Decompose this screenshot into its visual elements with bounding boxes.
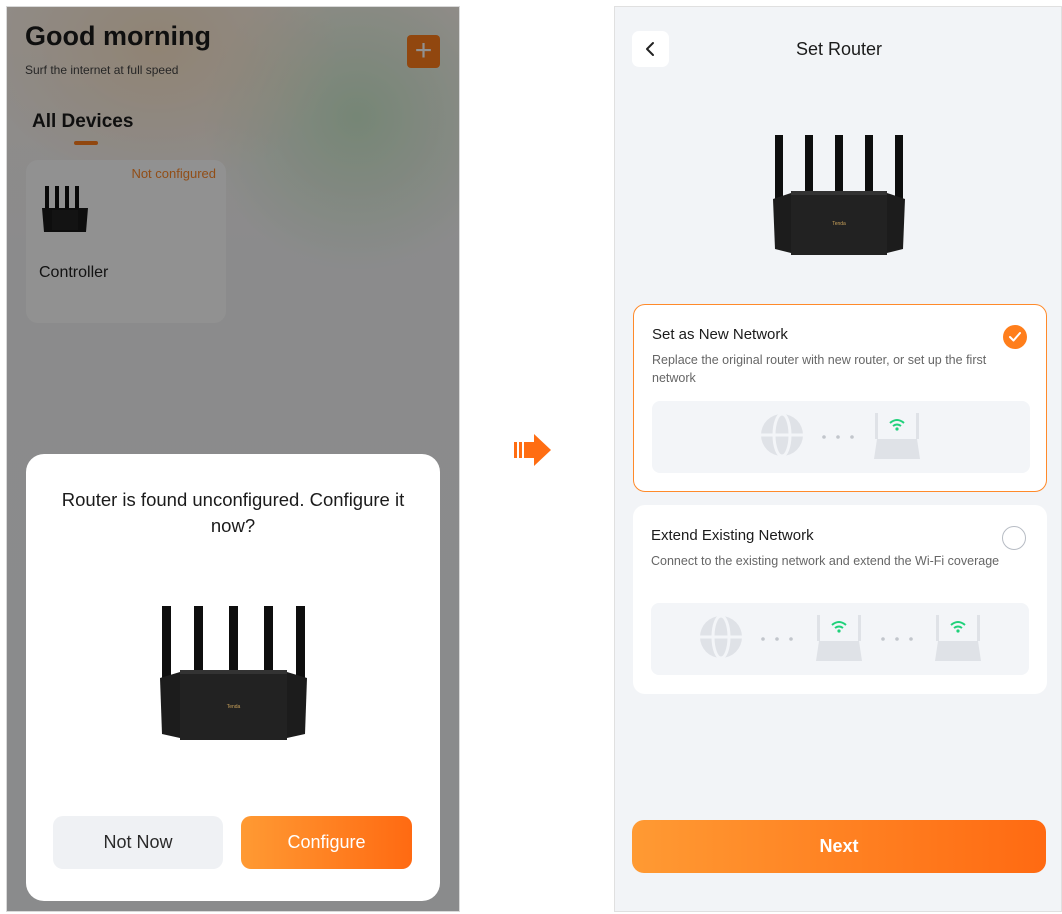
network-diagram-graphic (700, 614, 981, 661)
home-screen: Good morning Surf the internet at full s… (6, 6, 460, 912)
dots-icon (881, 637, 913, 641)
globe-icon (761, 412, 803, 458)
router-brand-logo: Tenda (832, 221, 846, 227)
router-wifi-icon (935, 615, 981, 661)
dots-icon (761, 637, 793, 641)
configure-button[interactable]: Configure (241, 816, 412, 869)
set-router-screen: Set Router Tenda Set as New Network Repl… (614, 6, 1062, 912)
option-description: Connect to the existing network and exte… (651, 554, 1000, 568)
option-new-network[interactable]: Set as New Network Replace the original … (633, 304, 1047, 492)
router-wifi-icon (874, 413, 920, 459)
dots-icon (822, 435, 854, 439)
option-extend-network[interactable]: Extend Existing Network Connect to the e… (633, 505, 1047, 694)
router-wifi-icon (816, 615, 862, 661)
router-image: Tenda (773, 135, 905, 255)
network-diagram (652, 401, 1030, 473)
dialog-title: Router is found unconfigured. Configure … (61, 489, 405, 536)
unconfigured-dialog: Router is found unconfigured. Configure … (26, 454, 440, 901)
radio-checked[interactable] (1003, 325, 1027, 349)
network-diagram-graphic (761, 412, 920, 459)
check-icon (1009, 332, 1021, 342)
next-button[interactable]: Next (632, 820, 1046, 873)
option-title: Set as New Network (652, 326, 788, 343)
router-brand-logo: Tenda (227, 704, 241, 710)
option-description: Replace the original router with new rou… (652, 353, 987, 385)
globe-icon (700, 614, 742, 660)
radio-unchecked[interactable] (1002, 526, 1026, 550)
network-diagram (651, 603, 1029, 675)
router-image: Tenda (160, 606, 307, 740)
option-title: Extend Existing Network (651, 527, 814, 544)
arrow-right-icon (514, 434, 551, 466)
page-title: Set Router (795, 39, 883, 59)
not-now-button[interactable]: Not Now (53, 816, 223, 869)
